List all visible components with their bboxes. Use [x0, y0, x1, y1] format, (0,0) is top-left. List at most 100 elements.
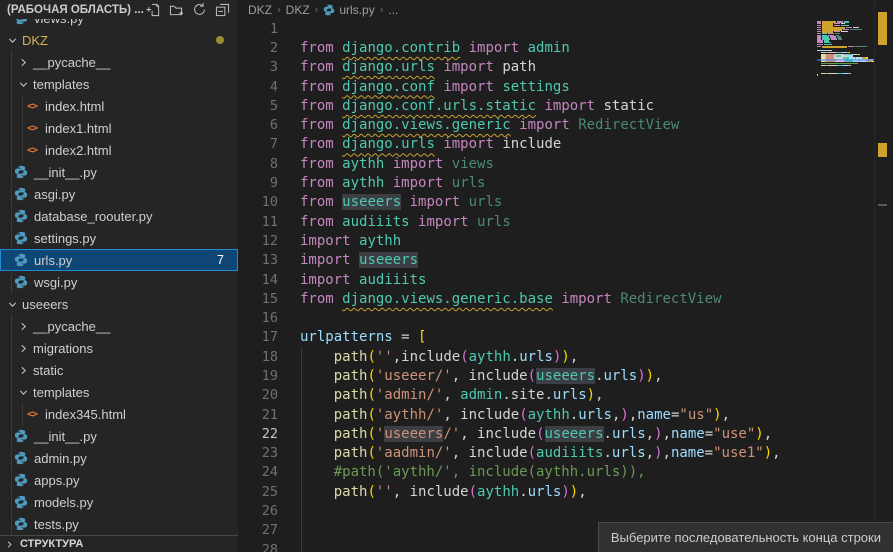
tree-item-models-py[interactable]: models.py [0, 491, 238, 513]
code-line-12[interactable]: 12import aythh [238, 231, 817, 250]
code-line-11[interactable]: 11from audiiits import urls [238, 212, 817, 231]
file-tree: views.pyDKZ__pycache__templates<>index.h… [0, 7, 238, 535]
minimap[interactable] [817, 19, 874, 552]
line-content: path('',include(aythh.urls)), [300, 349, 578, 365]
tree-item-label: index2.html [45, 143, 111, 158]
code-line-5[interactable]: 5from django.conf.urls.static import sta… [238, 96, 817, 115]
tree-item--pycache-[interactable]: __pycache__ [0, 315, 238, 337]
tree-item-templates[interactable]: templates [0, 73, 238, 95]
tree-item--pycache-[interactable]: __pycache__ [0, 51, 238, 73]
collapse-all-icon[interactable] [214, 2, 230, 18]
tree-item-dkz[interactable]: DKZ [0, 29, 238, 51]
tree-item-index2-html[interactable]: <>index2.html [0, 139, 238, 161]
line-number: 22 [238, 426, 278, 442]
tree-item-asgi-py[interactable]: asgi.py [0, 183, 238, 205]
minimap-segment [830, 73, 837, 74]
breadcrumb-item-dkz[interactable]: DKZ [286, 3, 310, 17]
tree-item--init-py[interactable]: __init__.py [0, 425, 238, 447]
code-line-19[interactable]: 19 path('useeer/', include(useeers.urls)… [238, 366, 817, 385]
line-number: 19 [238, 368, 278, 384]
new-file-icon[interactable] [145, 2, 161, 18]
python-file-icon [13, 494, 29, 510]
minimap-segment [822, 46, 847, 49]
code-line-16[interactable]: 16 [238, 308, 817, 327]
line-content: path('aythh/', include(aythh.urls,),name… [300, 407, 730, 423]
line-content: from django.urls import include [300, 136, 561, 152]
eol-sequence-tooltip: Выберите последовательность конца строки [598, 522, 893, 552]
tree-item-admin-py[interactable]: admin.py [0, 447, 238, 469]
breadcrumb-item-urls-py[interactable]: urls.py [323, 3, 374, 17]
code-line-20[interactable]: 20 path('admin/', admin.site.urls), [238, 386, 817, 405]
chevron-down-icon [6, 298, 19, 311]
line-number: 21 [238, 407, 278, 423]
minimap-segment [850, 29, 862, 30]
breadcrumb-item--[interactable]: ... [388, 3, 398, 17]
tree-item-database-roouter-py[interactable]: database_roouter.py [0, 205, 238, 227]
code-line-2[interactable]: 2from django.contrib import admin [238, 38, 817, 57]
tree-item-migrations[interactable]: migrations [0, 337, 238, 359]
tree-item-tests-py[interactable]: tests.py [0, 513, 238, 535]
tree-item-label: tests.py [34, 517, 79, 532]
line-content: path('admin/', admin.site.urls), [300, 387, 604, 403]
tree-item-static[interactable]: static [0, 359, 238, 381]
tree-item-urls-py[interactable]: urls.py7 [0, 249, 238, 271]
code-line-4[interactable]: 4from django.conf import settings [238, 77, 817, 96]
code-line-22[interactable]: 22 path('useeers/', include(useeers.urls… [238, 424, 817, 443]
tree-item-label: migrations [33, 341, 93, 356]
ruler-mark [878, 143, 887, 157]
line-content: from django.views.generic.base import Re… [300, 291, 721, 307]
tree-item-useeers[interactable]: useeers [0, 293, 238, 315]
line-number: 13 [238, 252, 278, 268]
line-number: 12 [238, 233, 278, 249]
line-content: from aythh import urls [300, 175, 485, 191]
tree-item-templates[interactable]: templates [0, 381, 238, 403]
line-content: import audiiits [300, 272, 426, 288]
code-line-17[interactable]: 17urlpatterns = [ [238, 328, 817, 347]
code-line-25[interactable]: 25 path('', include(aythh.urls)), [238, 482, 817, 501]
code-line-6[interactable]: 6from django.views.generic import Redire… [238, 115, 817, 134]
breadcrumb-item-dkz[interactable]: DKZ [248, 3, 272, 17]
minimap-segment [848, 46, 854, 47]
tree-item--init-py[interactable]: __init__.py [0, 161, 238, 183]
tree-item-index345-html[interactable]: <>index345.html [0, 403, 238, 425]
line-number: 17 [238, 329, 278, 345]
code-line-14[interactable]: 14import audiiits [238, 270, 817, 289]
tree-item-apps-py[interactable]: apps.py [0, 469, 238, 491]
tree-item-wsgi-py[interactable]: wsgi.py [0, 271, 238, 293]
tree-item-index1-html[interactable]: <>index1.html [0, 117, 238, 139]
ruler-mark [878, 204, 887, 206]
modified-dot-icon [216, 36, 224, 44]
code-line-13[interactable]: 13import useeers [238, 251, 817, 270]
line-content: from aythh import views [300, 156, 494, 172]
overview-ruler[interactable] [874, 0, 893, 552]
python-file-icon [13, 186, 29, 202]
code-line-24[interactable]: 24 #path('aythh/', include(aythh.urls)), [238, 463, 817, 482]
tree-indent-guide [22, 403, 23, 425]
code-line-26[interactable]: 26 [238, 501, 817, 520]
code-line-7[interactable]: 7from django.urls import include [238, 135, 817, 154]
code-area[interactable]: 12from django.contrib import admin3from … [238, 19, 817, 552]
refresh-icon[interactable] [191, 2, 207, 18]
code-line-10[interactable]: 10from useeers import urls [238, 193, 817, 212]
tree-item-index-html[interactable]: <>index.html [0, 95, 238, 117]
html-file-icon: <> [24, 98, 40, 114]
line-number: 3 [238, 59, 278, 75]
breadcrumb-separator: › [277, 4, 281, 16]
code-line-21[interactable]: 21 path('aythh/', include(aythh.urls,),n… [238, 405, 817, 424]
code-line-18[interactable]: 18 path('',include(aythh.urls)), [238, 347, 817, 366]
code-line-9[interactable]: 9from aythh import urls [238, 173, 817, 192]
new-folder-icon[interactable] [168, 2, 184, 18]
explorer-section-header[interactable]: (РАБОЧАЯ ОБЛАСТЬ) ... [0, 0, 238, 19]
tree-item-label: apps.py [34, 473, 80, 488]
code-line-8[interactable]: 8from aythh import views [238, 154, 817, 173]
tree-item-settings-py[interactable]: settings.py [0, 227, 238, 249]
code-line-1[interactable]: 1 [238, 19, 817, 38]
chevron-down-icon [17, 78, 30, 91]
line-number: 5 [238, 98, 278, 114]
outline-section-header[interactable]: СТРУКТУРА [0, 535, 238, 552]
tree-item-label: models.py [34, 495, 93, 510]
code-line-15[interactable]: 15from django.views.generic.base import … [238, 289, 817, 308]
workspace-title: (РАБОЧАЯ ОБЛАСТЬ) ... [7, 4, 144, 16]
code-line-23[interactable]: 23 path('aadmin/', include(audiiits.urls… [238, 444, 817, 463]
code-line-3[interactable]: 3from django.urls import path [238, 58, 817, 77]
